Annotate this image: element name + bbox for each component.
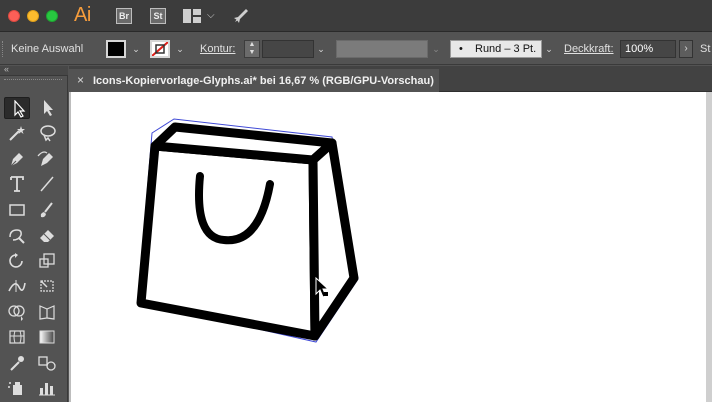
shape-builder-icon	[8, 305, 25, 321]
perspective-grid-tool[interactable]	[34, 301, 60, 323]
blend-icon	[38, 356, 56, 371]
tools-panel-header[interactable]: «	[0, 64, 68, 76]
minimize-window-button[interactable]	[27, 10, 39, 22]
stroke-weight-stepper[interactable]: ▲ ▼	[244, 40, 260, 58]
variable-width-profile-field[interactable]	[336, 40, 428, 58]
line-segment-tool[interactable]	[34, 173, 60, 195]
free-transform-icon	[40, 280, 54, 292]
shopping-bag-artwork[interactable]	[71, 92, 706, 402]
column-graph-icon	[39, 383, 55, 396]
gradient-tool[interactable]	[34, 326, 60, 348]
rectangle-tool[interactable]	[4, 199, 30, 221]
stroke-label[interactable]: Kontur:	[200, 43, 235, 55]
type-tool[interactable]	[4, 173, 30, 195]
close-window-button[interactable]	[8, 10, 20, 22]
shape-builder-tool[interactable]	[4, 301, 30, 323]
paintbrush-tool[interactable]	[34, 199, 60, 221]
rocket-icon[interactable]	[232, 7, 250, 25]
pen-icon	[10, 153, 23, 167]
gradient-icon	[39, 330, 55, 344]
rotate-tool[interactable]	[4, 250, 30, 272]
magic-wand-icon	[9, 126, 25, 141]
tools-panel: «	[0, 64, 68, 402]
zoom-window-button[interactable]	[46, 10, 58, 22]
mesh-tool[interactable]	[4, 326, 30, 348]
symbol-sprayer-tool[interactable]	[4, 377, 30, 399]
fill-dropdown-chevron-icon[interactable]: ⌄	[129, 41, 143, 57]
brush-definition-select[interactable]: • Rund – 3 Pt.	[450, 40, 542, 58]
collapse-panel-icon[interactable]: «	[4, 64, 9, 74]
style-label[interactable]: St	[700, 43, 710, 55]
stroke-weight-input[interactable]	[262, 40, 314, 58]
magic-wand-tool[interactable]	[4, 122, 30, 144]
brush-dropdown-chevron-icon[interactable]: ⌄	[542, 41, 556, 57]
stroke-dropdown-chevron-icon[interactable]: ⌄	[173, 41, 187, 57]
width-tool[interactable]	[4, 275, 30, 297]
eyedropper-icon	[10, 356, 24, 371]
symbol-sprayer-icon	[8, 382, 22, 395]
cursor-anchor-square	[324, 292, 328, 296]
type-t-icon	[10, 176, 24, 192]
document-tab-title: Icons-Kopiervorlage-Glyphs.ai* bei 16,67…	[93, 75, 434, 87]
vertical-scrollbar[interactable]	[706, 92, 712, 402]
curvature-pen-icon	[37, 151, 53, 166]
direct-selection-tool[interactable]	[34, 97, 60, 119]
scale-tool[interactable]	[34, 250, 60, 272]
paintbrush-icon	[40, 202, 53, 218]
brush-definition-label: Rund – 3 Pt.	[475, 43, 537, 55]
pen-tool[interactable]	[4, 148, 30, 170]
control-bar-grip[interactable]	[2, 41, 5, 57]
column-graph-tool[interactable]	[34, 377, 60, 399]
variable-width-dropdown-icon[interactable]: ⌄	[429, 41, 443, 57]
perspective-grid-icon	[39, 305, 55, 320]
brush-dot-icon: •	[459, 43, 463, 55]
lasso-icon	[40, 125, 56, 142]
eraser-tool[interactable]	[34, 224, 60, 246]
shaper-icon	[9, 229, 25, 244]
line-segment-icon	[40, 176, 54, 192]
canvas-area[interactable]	[69, 92, 712, 402]
scale-icon	[39, 253, 55, 268]
chevron-down-icon[interactable]: ⌵	[207, 10, 215, 21]
stroke-color-swatch[interactable]	[150, 40, 170, 58]
document-tab-bar: × Icons-Kopiervorlage-Glyphs.ai* bei 16,…	[69, 66, 712, 92]
artboard[interactable]	[71, 92, 706, 402]
curvature-tool[interactable]	[34, 148, 60, 170]
tools-panel-grip[interactable]	[4, 79, 62, 81]
rectangle-icon	[9, 204, 25, 216]
close-tab-icon[interactable]: ×	[77, 73, 84, 87]
mesh-icon	[9, 330, 25, 344]
blend-tool[interactable]	[34, 352, 60, 374]
control-bar: Keine Auswahl ⌄ ⌄ Kontur: ▲ ▼ ⌄ ⌄ • Rund …	[0, 33, 712, 65]
direct-selection-arrow-icon	[44, 100, 53, 116]
illustrator-logo: Ai	[74, 4, 91, 26]
application-bar: Ai Br St ⌵	[0, 0, 712, 32]
bag-side-panel[interactable]	[308, 138, 359, 341]
selection-tool[interactable]	[4, 97, 30, 119]
eyedropper-tool[interactable]	[4, 352, 30, 374]
document-tab[interactable]: × Icons-Kopiervorlage-Glyphs.ai* bei 16,…	[69, 69, 439, 92]
bridge-button[interactable]: Br	[116, 8, 132, 24]
opacity-expand-button[interactable]: ›	[679, 40, 693, 58]
opacity-input[interactable]: 100%	[620, 40, 676, 58]
no-color-icon	[152, 42, 168, 56]
selection-status: Keine Auswahl	[11, 43, 84, 55]
opacity-label[interactable]: Deckkraft:	[564, 43, 614, 55]
free-transform-tool[interactable]	[34, 275, 60, 297]
fill-color-swatch[interactable]	[106, 40, 126, 58]
stock-button[interactable]: St	[150, 8, 166, 24]
shaper-tool[interactable]	[4, 224, 30, 246]
lasso-tool[interactable]	[34, 122, 60, 144]
width-icon	[8, 280, 26, 292]
selection-arrow-icon	[14, 100, 26, 118]
eraser-icon	[40, 230, 54, 242]
rotate-icon	[9, 253, 23, 268]
stroke-weight-dropdown-icon[interactable]: ⌄	[314, 41, 328, 57]
arrange-documents-icon[interactable]	[183, 9, 201, 23]
